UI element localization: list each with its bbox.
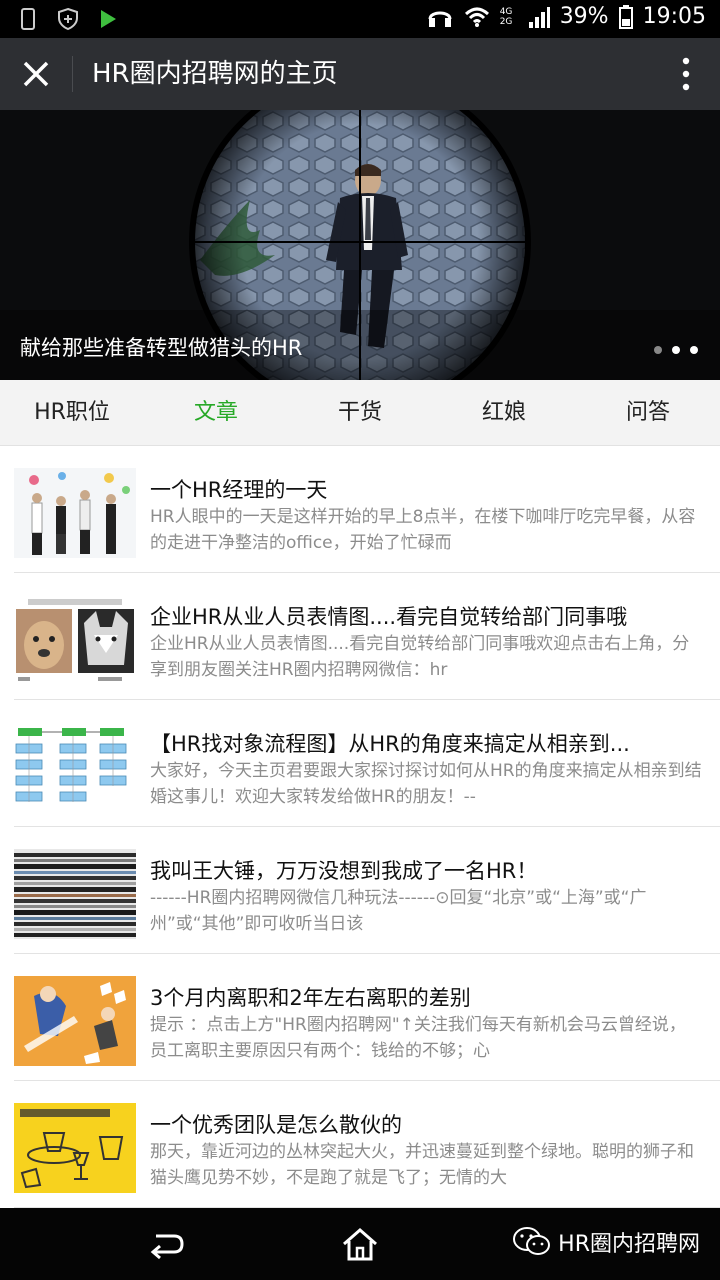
tab-articles[interactable]: 文章 xyxy=(144,380,288,445)
headset-icon xyxy=(428,11,452,27)
article-list: 一个HR经理的一天 HR人眼中的一天是这样开始的早上8点半，在楼下咖啡厅吃完早餐… xyxy=(0,446,720,1208)
article-summary: 提示 ：点击上方"HR圈内招聘网"↑关注我们每天有新机会马云曾经说，员工离职主要… xyxy=(150,1015,686,1061)
category-tabs: HR职位 文章 干货 红娘 问答 xyxy=(0,380,720,446)
carousel-dots xyxy=(654,346,698,354)
wifi-icon xyxy=(464,7,489,27)
tab-qa[interactable]: 问答 xyxy=(576,380,720,445)
article-thumbnail xyxy=(14,468,136,558)
article-title: 一个优秀团队是怎么散伙的 xyxy=(150,1113,402,1137)
banner-carousel[interactable]: 献给那些准备转型做猎头的HR xyxy=(0,110,720,380)
close-icon[interactable] xyxy=(14,52,58,96)
network-type: 4G 2G xyxy=(499,6,513,27)
list-item[interactable]: 企业HR从业人员表情图....看完自觉转给部门同事哦 企业HR从业人员表情图..… xyxy=(14,573,720,700)
carousel-dot xyxy=(654,346,662,354)
page-title: HR圈内招聘网的主页 xyxy=(92,59,338,89)
carousel-dot xyxy=(672,346,680,354)
article-thumbnail xyxy=(14,1103,136,1193)
article-thumbnail xyxy=(14,595,136,685)
status-bar: 4G 2G 39% 19:05 xyxy=(0,0,720,38)
wechat-icon xyxy=(513,1227,551,1255)
article-thumbnail xyxy=(14,722,136,812)
article-title: 一个HR经理的一天 xyxy=(150,478,328,502)
battery-percent: 39% xyxy=(559,4,609,29)
article-title: 【HR找对象流程图】从HR的角度来搞定从相亲到... xyxy=(150,732,630,756)
article-summary: 大家好，今天主页君要跟大家探讨探讨如何从HR的角度来搞定从相亲到结婚这事儿！欢迎… xyxy=(150,761,702,807)
article-title: 3个月内离职和2年左右离职的差别 xyxy=(150,986,471,1010)
play-store-icon xyxy=(101,10,116,28)
article-thumbnail xyxy=(14,849,136,939)
system-nav-bar: HR圈内招聘网 xyxy=(0,1208,720,1280)
tab-practical[interactable]: 干货 xyxy=(288,380,432,445)
battery-icon xyxy=(618,4,633,29)
tab-matchmaker[interactable]: 红娘 xyxy=(432,380,576,445)
watermark-text: HR圈内招聘网 xyxy=(558,1232,700,1257)
tab-hr-jobs[interactable]: HR职位 xyxy=(0,380,144,445)
back-icon[interactable] xyxy=(146,1228,186,1260)
phone-outline-icon xyxy=(21,8,35,30)
carousel-dot xyxy=(690,346,698,354)
banner-caption: 献给那些准备转型做猎头的HR xyxy=(20,336,303,360)
shield-plus-icon xyxy=(58,7,78,31)
list-item[interactable]: 一个HR经理的一天 HR人眼中的一天是这样开始的早上8点半，在楼下咖啡厅吃完早餐… xyxy=(14,446,720,573)
watermark: HR圈内招聘网 xyxy=(512,1226,700,1258)
title-bar: HR圈内招聘网的主页 xyxy=(0,38,720,110)
title-divider xyxy=(72,56,73,92)
article-thumbnail xyxy=(14,976,136,1066)
list-item[interactable]: 我叫王大锤，万万没想到我成了一名HR！ ------HR圈内招聘网微信几种玩法-… xyxy=(14,827,720,954)
article-title: 企业HR从业人员表情图....看完自觉转给部门同事哦 xyxy=(150,605,628,629)
article-title: 我叫王大锤，万万没想到我成了一名HR！ xyxy=(150,859,538,883)
clock: 19:05 xyxy=(642,4,706,29)
list-item[interactable]: 3个月内离职和2年左右离职的差别 提示 ：点击上方"HR圈内招聘网"↑关注我们每… xyxy=(14,954,720,1081)
article-summary: 企业HR从业人员表情图....看完自觉转给部门同事哦欢迎点击右上角，分享到朋友圈… xyxy=(150,634,690,680)
article-summary: ------HR圈内招聘网微信几种玩法------⊙回复“北京”或“上海”或“广… xyxy=(150,888,647,934)
more-options-icon[interactable] xyxy=(680,56,692,92)
signal-icon xyxy=(528,6,550,28)
article-summary: 那天，靠近河边的丛林突起大火，并迅速蔓延到整个绿地。聪明的狮子和猫头鹰见势不妙，… xyxy=(150,1142,694,1188)
list-item[interactable]: 一个优秀团队是怎么散伙的 那天，靠近河边的丛林突起大火，并迅速蔓延到整个绿地。聪… xyxy=(14,1081,720,1208)
home-icon[interactable] xyxy=(340,1226,380,1262)
article-summary: HR人眼中的一天是这样开始的早上8点半，在楼下咖啡厅吃完早餐，从容的走进干净整洁… xyxy=(150,507,696,553)
list-item[interactable]: 【HR找对象流程图】从HR的角度来搞定从相亲到... 大家好，今天主页君要跟大家… xyxy=(14,700,720,827)
